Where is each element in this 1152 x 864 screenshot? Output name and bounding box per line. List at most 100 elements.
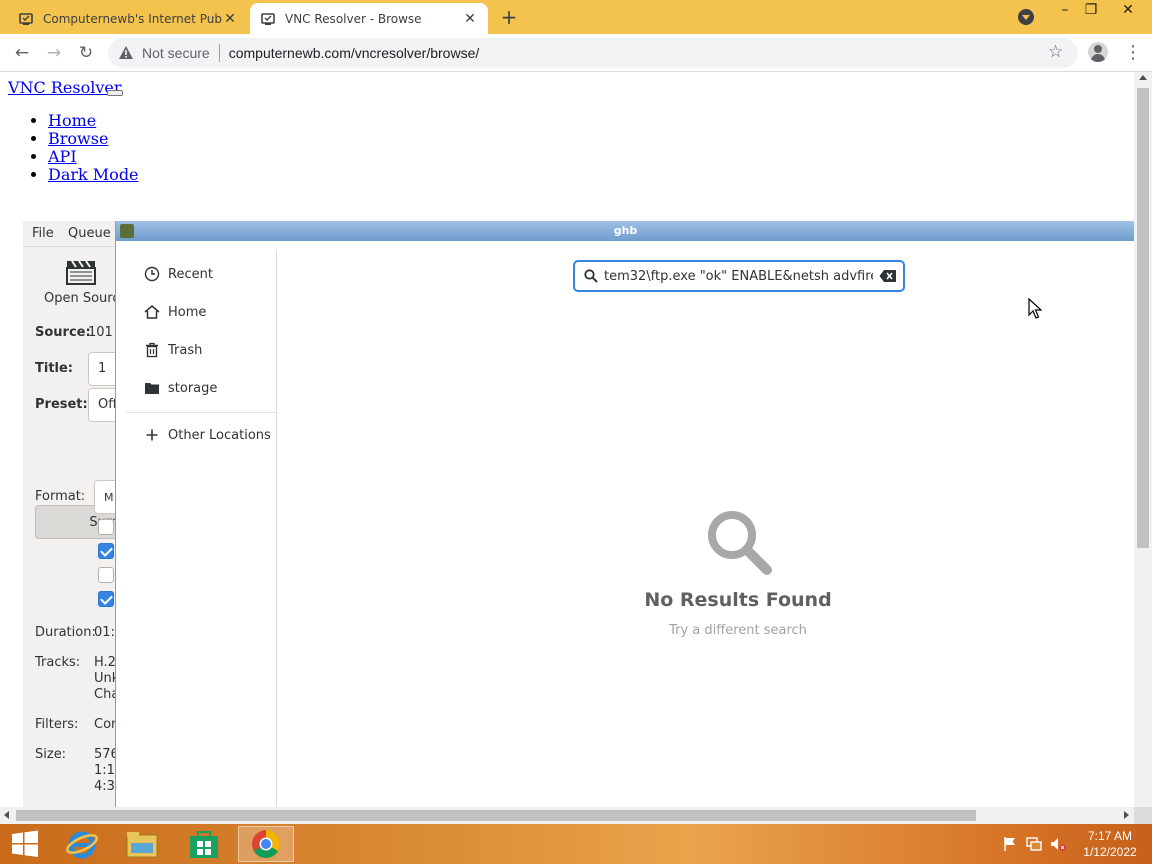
taskbar-store[interactable] xyxy=(176,826,232,862)
option-checkbox[interactable] xyxy=(98,567,114,583)
format-select[interactable]: M xyxy=(94,480,115,514)
clear-search-icon[interactable] xyxy=(879,269,897,283)
menu-kebab-icon[interactable]: ⋮ xyxy=(1124,42,1142,63)
new-tab-button[interactable]: + xyxy=(498,6,520,28)
volume-muted-icon[interactable] xyxy=(1050,836,1066,852)
address-bar[interactable]: Not secure computernewb.com/vncresolver/… xyxy=(108,38,1078,68)
search-input[interactable]: tem32\ftp.exe "ok" ENABLE&netsh advfirew… xyxy=(573,260,905,292)
scroll-corner xyxy=(1134,807,1152,824)
profile-avatar[interactable] xyxy=(1088,42,1108,62)
scroll-up-icon[interactable] xyxy=(1139,75,1147,80)
page-content: VNC Resolver Home Browse API Dark Mode F… xyxy=(0,72,1134,807)
nav-item: Home xyxy=(48,112,139,130)
ghb-menubar: File Queue xyxy=(23,221,115,247)
duration-value: 01:1 xyxy=(94,625,115,640)
nav-link-browse[interactable]: Browse xyxy=(48,129,108,148)
place-label: Other Locations xyxy=(168,427,271,443)
bookmark-star-icon[interactable]: ☆ xyxy=(1048,42,1063,62)
action-center-flag-icon[interactable] xyxy=(1002,836,1018,852)
nav-link-home[interactable]: Home xyxy=(48,111,96,130)
menu-queue[interactable]: Queue xyxy=(68,226,111,241)
duration-label: Duration: xyxy=(35,625,96,640)
divider xyxy=(218,44,220,62)
preset-label: Preset: xyxy=(35,397,88,412)
vertical-scrollbar[interactable] xyxy=(1134,72,1152,807)
close-window-button[interactable]: ✕ xyxy=(1113,2,1143,18)
tab-close-icon[interactable]: ✕ xyxy=(222,11,238,27)
nav-link-api[interactable]: API xyxy=(48,147,77,166)
sidebar-divider xyxy=(126,412,277,413)
taskbar-internet-explorer[interactable] xyxy=(54,826,110,862)
taskbar-chrome[interactable] xyxy=(238,826,294,862)
place-storage[interactable]: storage xyxy=(126,373,277,403)
nav-toggle-button[interactable] xyxy=(107,90,123,96)
clock-time: 7:17 AM xyxy=(1087,829,1133,843)
option-checkbox[interactable] xyxy=(98,591,114,607)
taskbar-file-explorer[interactable] xyxy=(114,826,170,862)
start-button[interactable] xyxy=(0,826,50,862)
taskbar: 7:17 AM 1/12/2022 xyxy=(0,824,1152,864)
restore-button[interactable]: ❐ xyxy=(1076,2,1106,18)
scroll-thumb[interactable] xyxy=(1137,88,1149,548)
option-checkbox[interactable] xyxy=(98,519,114,535)
site-favicon-icon xyxy=(261,12,275,25)
network-icon[interactable] xyxy=(1026,836,1042,852)
title-label: Title: xyxy=(35,361,74,376)
horizontal-scrollbar[interactable] xyxy=(0,807,1134,824)
filters-label: Filters: xyxy=(35,717,79,732)
menu-file[interactable]: File xyxy=(32,226,54,241)
clock-date: 1/12/2022 xyxy=(1083,845,1137,859)
tab-close-icon[interactable]: ✕ xyxy=(462,11,478,27)
dialog-titlebar[interactable]: ghb xyxy=(116,221,1134,241)
size-line: 1:1 xyxy=(94,763,115,778)
store-icon xyxy=(190,831,218,858)
tab-strip: Computernewb's Internet Pub Hub ✕ VNC Re… xyxy=(0,0,1152,34)
preset-select[interactable]: Off xyxy=(88,388,115,422)
folder-icon xyxy=(145,383,159,394)
site-favicon-icon xyxy=(19,12,33,25)
source-label: Source: xyxy=(35,325,91,340)
size-line: 576 xyxy=(94,747,115,762)
browser-toolbar: ← → ↻ Not secure computernewb.com/vncres… xyxy=(0,34,1152,72)
ghb-app-icon xyxy=(120,224,134,238)
site-title-link[interactable]: VNC Resolver xyxy=(8,78,122,97)
tracks-line: Cha xyxy=(94,687,115,702)
places-sidebar: Recent Home Trash storage Other Location… xyxy=(126,251,277,807)
filters-value: Cor xyxy=(94,717,115,732)
size-label: Size: xyxy=(35,747,67,762)
ghb-main-window: File Queue Open Source Source: 101 I Tit… xyxy=(23,221,115,807)
no-results-subtitle: Try a different search xyxy=(669,623,807,638)
mouse-pointer-icon xyxy=(1028,298,1042,319)
nav-link-dark-mode[interactable]: Dark Mode xyxy=(48,165,139,184)
tab-title: VNC Resolver - Browse xyxy=(285,11,422,26)
file-explorer-icon xyxy=(126,832,158,858)
tab-computernewb[interactable]: Computernewb's Internet Pub Hub ✕ xyxy=(8,3,248,34)
place-other-locations[interactable]: Other Locations xyxy=(126,420,277,450)
tab-search-icon[interactable] xyxy=(1018,9,1034,25)
clapperboard-icon[interactable] xyxy=(66,259,96,285)
tab-vnc-resolver[interactable]: VNC Resolver - Browse ✕ xyxy=(250,3,488,34)
forward-icon[interactable]: → xyxy=(42,41,66,65)
back-icon[interactable]: ← xyxy=(10,41,34,65)
security-label: Not secure xyxy=(142,45,210,61)
title-select[interactable]: 1 xyxy=(88,352,115,386)
scroll-thumb[interactable] xyxy=(16,810,976,821)
search-input-value: tem32\ftp.exe "ok" ENABLE&netsh advfirew… xyxy=(604,268,873,284)
option-checkbox[interactable] xyxy=(98,543,114,559)
title-select-value: 1 xyxy=(98,361,107,376)
no-results-search-icon xyxy=(708,511,772,575)
scroll-left-icon[interactable] xyxy=(4,811,9,819)
preset-select-value: Off xyxy=(98,397,115,412)
place-recent[interactable]: Recent xyxy=(126,259,277,289)
place-label: Recent xyxy=(168,266,213,282)
search-icon xyxy=(584,269,598,283)
scroll-right-icon[interactable] xyxy=(1124,811,1129,819)
place-home[interactable]: Home xyxy=(126,297,277,327)
format-label: Format: xyxy=(35,489,86,504)
open-source-label[interactable]: Open Source xyxy=(44,291,115,306)
file-chooser-dialog: ghb Recent Home Trash storage Other Loca… xyxy=(115,221,1134,807)
place-trash[interactable]: Trash xyxy=(126,335,277,365)
internet-explorer-icon xyxy=(66,831,98,859)
reload-icon[interactable]: ↻ xyxy=(74,41,98,65)
system-clock[interactable]: 7:17 AM 1/12/2022 xyxy=(1074,828,1146,860)
